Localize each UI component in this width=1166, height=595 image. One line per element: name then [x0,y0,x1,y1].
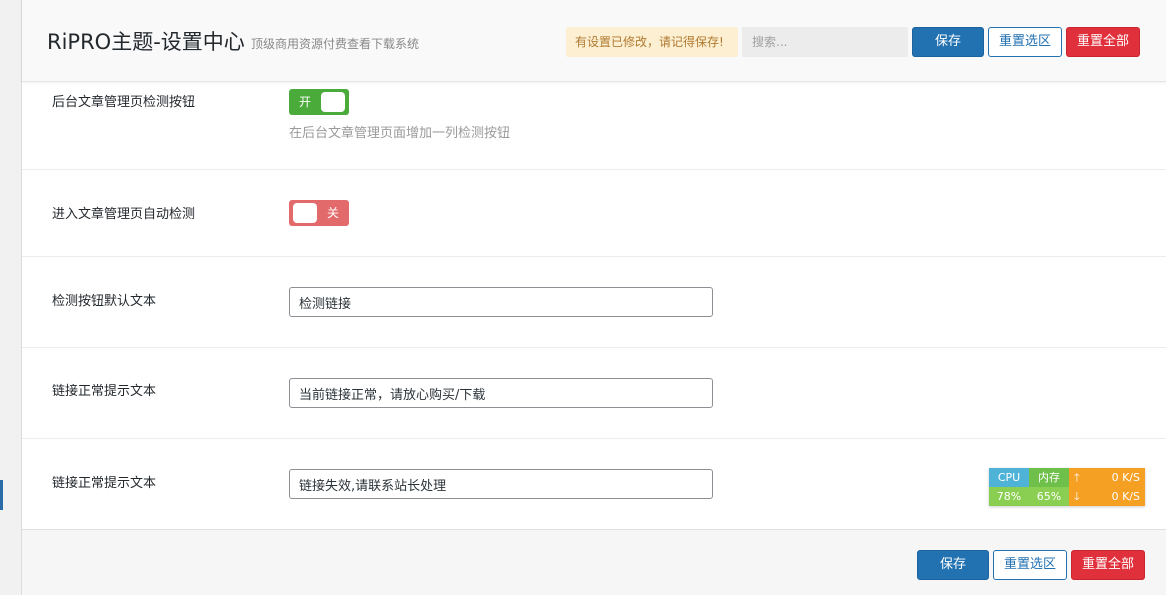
switch-state-text: 开 [299,95,312,109]
cpu-usage-value: 78% [989,487,1029,506]
switch-knob [293,203,317,223]
cpu-label: CPU [989,468,1029,487]
auto-check-switch[interactable]: 关 [289,200,349,226]
unsaved-changes-notice: 有设置已修改，请记得保存! [566,27,738,57]
footer-reset-section-button[interactable]: 重置选区 [993,550,1067,580]
check-button-text-input[interactable] [289,287,713,317]
settings-header: RiPRO主题-设置中心 顶级商用资源付费查看下载系统 有设置已修改，请记得保存… [22,0,1166,82]
setting-row-auto-check: 进入文章管理页自动检测 关 [22,170,1166,257]
footer-reset-all-button[interactable]: 重置全部 [1071,550,1145,580]
switch-knob [321,92,345,112]
download-speed: 🡓 0 K/S [1069,487,1145,506]
setting-label: 链接正常提示文本 [52,476,157,491]
setting-label: 链接正常提示文本 [52,384,157,399]
search-input[interactable] [742,27,908,57]
memory-label: 内存 [1029,468,1069,487]
reset-all-button[interactable]: 重置全部 [1066,27,1140,57]
setting-label: 检测按钮默认文本 [52,294,157,309]
setting-label: 后台文章管理页检测按钮 [52,95,196,110]
arrow-up-icon: 🡑 [1074,471,1080,484]
arrow-down-icon: 🡓 [1074,490,1080,503]
setting-description: 在后台文章管理页面增加一列检测按钮 [289,126,511,141]
setting-label: 进入文章管理页自动检测 [52,207,196,222]
page-subtitle: 顶级商用资源付费查看下载系统 [251,37,420,51]
save-button[interactable]: 保存 [912,27,984,57]
memory-usage-value: 65% [1029,487,1069,506]
sidebar-active-marker [0,480,3,510]
download-speed-value: 0 K/S [1111,490,1140,503]
setting-row-link-ok-text: 链接正常提示文本 [22,348,1166,439]
link-fail-text-input[interactable] [289,469,713,499]
upload-speed: 🡑 0 K/S [1069,468,1145,487]
admin-check-button-switch[interactable]: 开 [289,89,349,115]
setting-row-check-button-text: 检测按钮默认文本 [22,257,1166,348]
settings-footer: 保存 重置选区 重置全部 [22,529,1166,595]
footer-save-button[interactable]: 保存 [917,550,989,580]
settings-panel: RiPRO主题-设置中心 顶级商用资源付费查看下载系统 有设置已修改，请记得保存… [22,0,1166,595]
switch-state-text: 关 [326,206,339,220]
system-monitor-widget[interactable]: CPU 内存 78% 65% 🡑 0 K/S 🡓 0 K/S [989,468,1145,506]
upload-speed-value: 0 K/S [1111,471,1140,484]
page-title: RiPRO主题-设置中心 [47,30,245,54]
admin-sidebar-edge [0,0,22,595]
reset-section-button[interactable]: 重置选区 [988,27,1062,57]
link-ok-text-input[interactable] [289,378,713,408]
setting-row-admin-check-button: 后台文章管理页检测按钮 开 在后台文章管理页面增加一列检测按钮 [22,82,1166,170]
